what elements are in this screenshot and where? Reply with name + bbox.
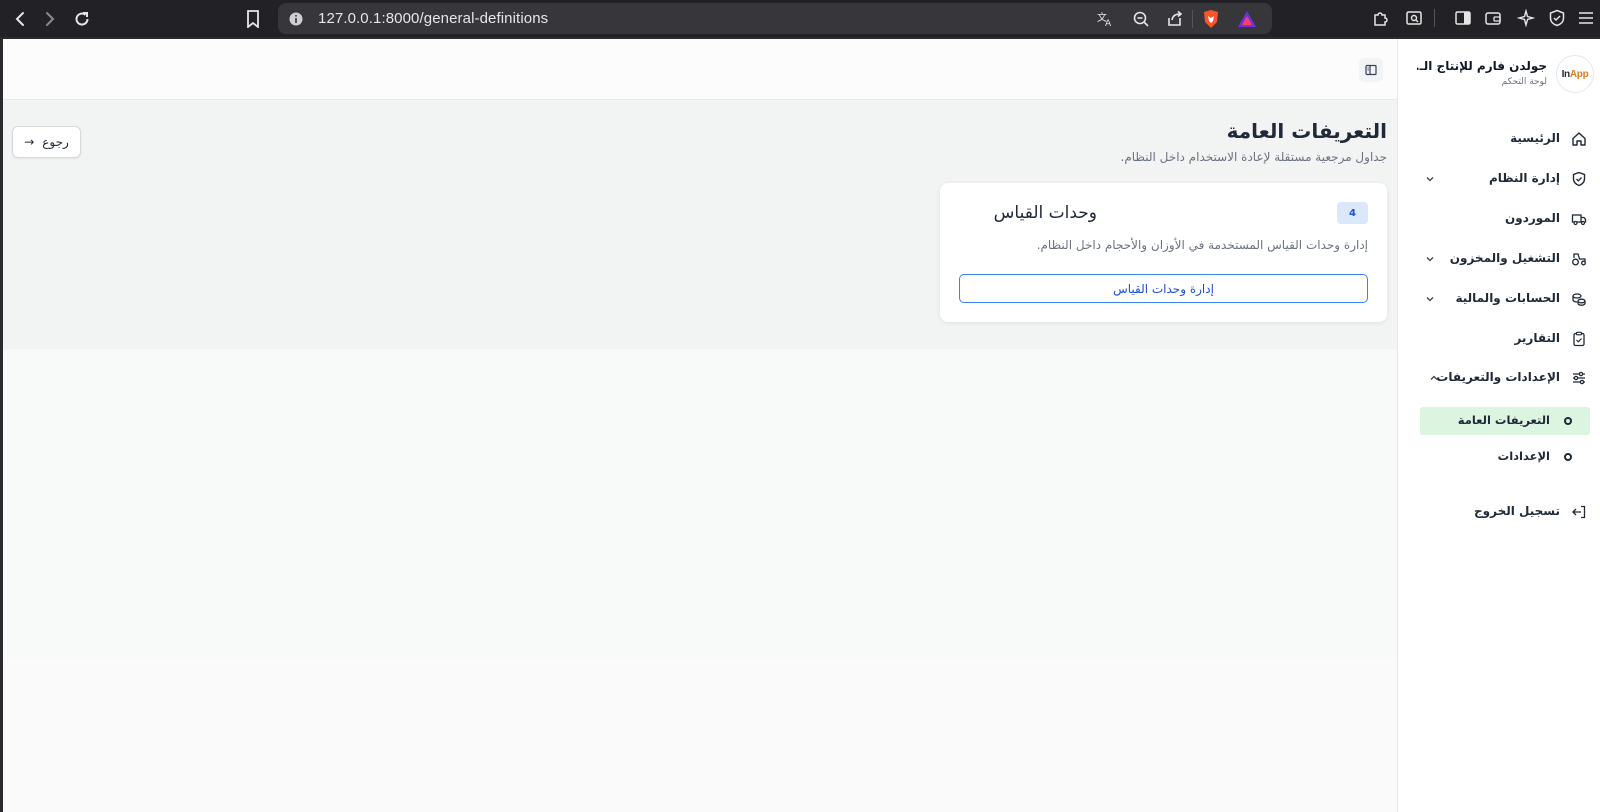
back-button[interactable]: رجوع →: [12, 126, 81, 158]
home-icon: [1570, 130, 1588, 148]
truck-icon: [1570, 210, 1588, 228]
sidebar-item-reports[interactable]: التقارير: [1397, 325, 1600, 353]
shield-icon: [1570, 170, 1588, 188]
address-bar[interactable]: 127.0.0.1:8000/general-definitions 文A: [278, 3, 1272, 34]
card-description: إدارة وحدات القياس المستخدمة في الأوزان …: [1036, 238, 1368, 252]
brave-shields-icon[interactable]: [1200, 8, 1222, 30]
sidebar-item-label: الرئيسية: [1510, 131, 1560, 145]
extensions-icon[interactable]: [1370, 7, 1392, 29]
sidebar-item-operations[interactable]: التشغيل والمخزون: [1397, 245, 1600, 273]
brand-subtitle: لوحة التحكم: [1501, 77, 1547, 87]
clipboard-icon: [1570, 330, 1588, 348]
sidebar-item-home[interactable]: الرئيسية: [1397, 125, 1600, 153]
divider: [1192, 10, 1193, 28]
content-background: [3, 349, 1397, 660]
sidebar-subitem-label: التعريفات العامة: [1457, 413, 1550, 427]
brave-rewards-icon[interactable]: [1236, 8, 1258, 30]
sliders-icon: [1570, 369, 1588, 387]
logout-button[interactable]: تسجيل الخروج: [1397, 498, 1600, 526]
sidebar-item-settings-definitions[interactable]: الإعدادات والتعريفات: [1397, 364, 1600, 392]
coins-icon: [1570, 290, 1588, 308]
panel-icon: [1365, 64, 1377, 76]
chevron-down-icon[interactable]: [1423, 252, 1437, 266]
circle-icon: [1564, 453, 1572, 461]
forward-icon[interactable]: [37, 6, 63, 32]
sidebar-item-system[interactable]: إدارة النظام: [1397, 165, 1600, 193]
sidebar-item-label: الموردون: [1505, 211, 1560, 225]
manage-units-button[interactable]: إدارة وحدات القياس: [959, 274, 1368, 303]
top-bar: [3, 39, 1397, 100]
units-card: 4 وحدات القياس إدارة وحدات القياس المستخ…: [940, 183, 1387, 322]
sidebar-item-label: الحسابات والمالية: [1455, 291, 1560, 305]
company-logo: InApp: [1556, 55, 1594, 93]
arrow-right-icon: →: [24, 135, 35, 149]
page-subtitle: جداول مرجعية مستقلة لإعادة الاستخدام داخ…: [1120, 150, 1387, 164]
sidebar: InApp جولدن فارم للإنتاج الـ... لوحة الت…: [1397, 39, 1600, 812]
back-button-label: رجوع: [42, 135, 69, 149]
chevron-down-icon[interactable]: [1423, 292, 1437, 306]
bookmark-icon[interactable]: [240, 6, 266, 32]
translate-icon[interactable]: 文A: [1094, 8, 1116, 30]
logout-icon: [1570, 503, 1588, 521]
sidebar-toggle-button[interactable]: [1359, 58, 1383, 82]
svg-text:A: A: [1105, 19, 1112, 28]
page-title: التعريفات العامة: [1226, 119, 1387, 143]
logout-label: تسجيل الخروج: [1474, 504, 1560, 518]
menu-icon[interactable]: [1575, 7, 1597, 29]
sidebar-subitem-settings[interactable]: الإعدادات: [1420, 443, 1590, 471]
sidebar-icon[interactable]: [1452, 7, 1474, 29]
content-background: [3, 660, 1397, 812]
sidebar-item-label: التقارير: [1514, 331, 1560, 345]
sidebar-subitem-general-definitions[interactable]: التعريفات العامة: [1420, 407, 1590, 435]
sidebar-subitem-label: الإعدادات: [1497, 449, 1550, 463]
brand-name: جولدن فارم للإنتاج الـ...: [1417, 59, 1547, 73]
tractor-icon: [1570, 250, 1588, 268]
chevron-up-icon[interactable]: [1427, 371, 1441, 385]
app-page: التعريفات العامة جداول مرجعية مستقلة لإع…: [3, 39, 1600, 812]
reload-icon[interactable]: [69, 6, 95, 32]
share-icon[interactable]: [1164, 8, 1186, 30]
chevron-down-icon[interactable]: [1423, 172, 1437, 186]
wallet-icon[interactable]: [1482, 7, 1504, 29]
card-title: وحدات القياس: [993, 203, 1097, 223]
count-badge: 4: [1337, 202, 1368, 224]
browser-toolbar: 127.0.0.1:8000/general-definitions 文A: [0, 0, 1600, 37]
url-text[interactable]: 127.0.0.1:8000/general-definitions: [318, 10, 548, 27]
sidebar-item-suppliers[interactable]: الموردون: [1397, 205, 1600, 233]
back-icon[interactable]: [7, 6, 33, 32]
vpn-icon[interactable]: [1546, 7, 1568, 29]
sidebar-item-label: إدارة النظام: [1488, 171, 1560, 185]
site-info-icon[interactable]: [285, 8, 307, 30]
circle-icon: [1564, 417, 1572, 425]
divider: [1434, 9, 1435, 27]
sidebar-item-label: الإعدادات والتعريفات: [1436, 370, 1560, 384]
sidebar-item-label: التشغيل والمخزون: [1449, 251, 1560, 265]
leo-ai-icon[interactable]: [1515, 7, 1537, 29]
reader-icon[interactable]: [1403, 7, 1425, 29]
main-content: التعريفات العامة جداول مرجعية مستقلة لإع…: [3, 39, 1397, 812]
sidebar-item-finance[interactable]: الحسابات والمالية: [1397, 285, 1600, 313]
zoom-icon[interactable]: [1130, 8, 1152, 30]
